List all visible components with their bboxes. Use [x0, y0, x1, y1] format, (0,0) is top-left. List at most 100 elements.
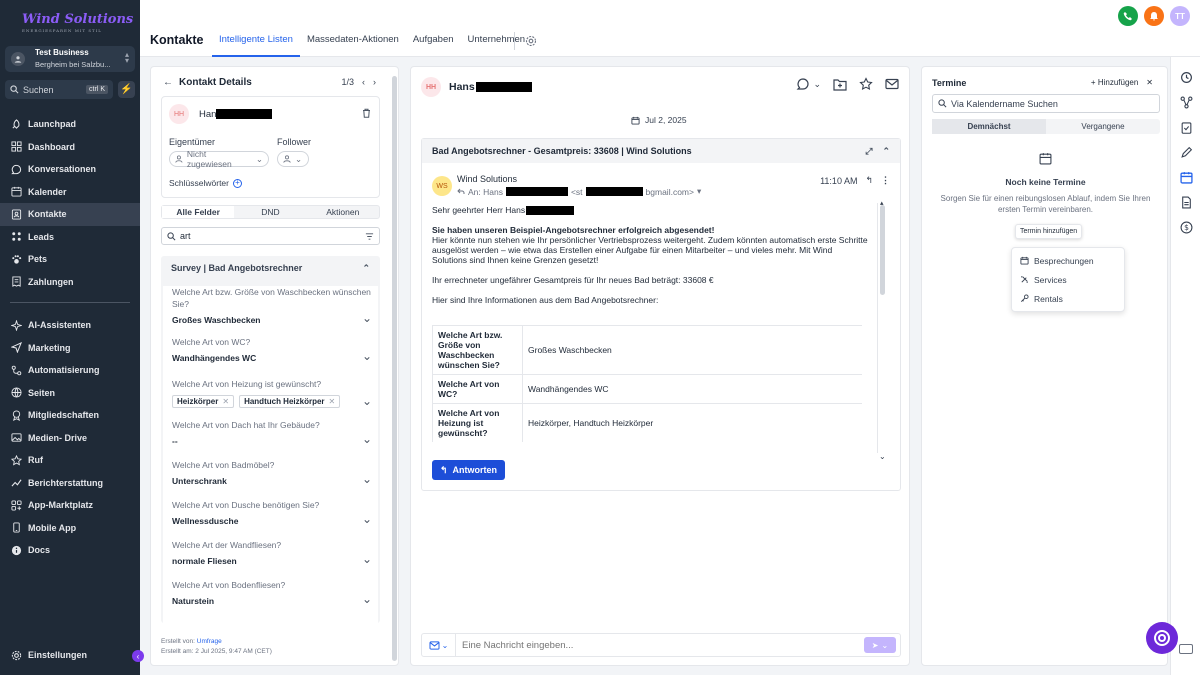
help-button[interactable]	[1146, 622, 1178, 654]
add-keyword-icon[interactable]: +	[233, 178, 242, 188]
mail-icon[interactable]	[885, 78, 899, 90]
pen-icon[interactable]	[1179, 145, 1193, 159]
tab-tasks[interactable]: Aufgaben	[406, 30, 461, 57]
sidebar-item-settings[interactable]: Einstellungen	[0, 644, 140, 667]
phone-button[interactable]	[1118, 6, 1138, 26]
sidebar-item-seiten[interactable]: Seiten	[0, 382, 140, 405]
sidebar-search[interactable]: Suchen ctrl K	[5, 80, 113, 99]
back-arrow-icon[interactable]: ←	[163, 77, 173, 88]
appointments-panel: Termine + Hinzufügen ✕ Via Kalendername …	[921, 66, 1168, 666]
clipboard-check-icon[interactable]	[1179, 120, 1193, 134]
conversation-header: HH Hans	[421, 77, 532, 97]
sidebar-item-marketing[interactable]: Marketing	[0, 337, 140, 360]
survey-section-header[interactable]: Survey | Bad Angebotsrechner ⌃	[161, 256, 380, 280]
user-avatar[interactable]: TT	[1170, 6, 1190, 26]
search-shortcut: ctrl K	[86, 85, 108, 94]
contact-card: HH Han Eigentümer Nicht zugewiesen ⌄ Fol…	[161, 96, 380, 198]
reply-icon[interactable]: ↰	[865, 175, 873, 186]
brand-logo[interactable]: Wind Solutions ENERGIESPAREN MIT STIL	[22, 12, 133, 33]
sidebar-item-ai-assistenten[interactable]: AI-Assistenten	[0, 314, 140, 337]
owner-select[interactable]: Nicht zugewiesen ⌄	[169, 149, 269, 169]
notifications-button[interactable]	[1144, 6, 1164, 26]
survey-field[interactable]: Welche Art von Bodenfliesen? Naturstein ⌄	[172, 579, 372, 606]
sidebar-item-launchpad[interactable]: Launchpad	[0, 113, 140, 136]
sidebar-item-kalender[interactable]: Kalender	[0, 181, 140, 204]
sidebar-item-medien-drive[interactable]: Medien- Drive	[0, 427, 140, 450]
sidebar-item-label: Launchpad	[28, 119, 77, 130]
remove-tag-icon[interactable]: ✕	[329, 397, 336, 406]
follower-select[interactable]: ⌄	[277, 151, 309, 167]
chevron-down-icon: ⌄	[361, 592, 372, 606]
email-scrollbar[interactable]	[880, 205, 885, 295]
tab-actions[interactable]: Aktionen	[307, 206, 379, 218]
tab-bulk-actions[interactable]: Massedaten-Aktionen	[300, 30, 406, 57]
trash-icon[interactable]	[362, 108, 371, 118]
survey-field[interactable]: Welche Art von Badmöbel? Unterschrank ⌄	[172, 459, 372, 486]
keyboard-icon[interactable]	[1179, 644, 1193, 654]
remove-tag-icon[interactable]: ✕	[222, 397, 229, 406]
sidebar-item-pets[interactable]: Pets	[0, 248, 140, 271]
sidebar-item-ruf[interactable]: Ruf	[0, 449, 140, 472]
dollar-icon[interactable]: $	[1179, 220, 1193, 234]
history-icon[interactable]	[1179, 70, 1193, 84]
message-input[interactable]	[456, 639, 864, 651]
menu-item-rentals[interactable]: Rentals	[1012, 289, 1124, 308]
chevron-up-icon[interactable]: ⌃	[882, 146, 890, 157]
survey-field[interactable]: Welche Art bzw. Größe von Waschbecken wü…	[172, 286, 372, 325]
table-row: Welche Art bzw. Größe von Waschbecken wü…	[432, 325, 862, 375]
next-icon[interactable]: ›	[373, 77, 376, 87]
quick-actions-button[interactable]: ⚡	[118, 81, 135, 98]
scroll-down-icon[interactable]: ⌄	[879, 452, 886, 461]
star-icon	[11, 454, 22, 466]
tabs-settings-icon[interactable]	[525, 35, 537, 47]
close-icon[interactable]: ✕	[1146, 78, 1153, 87]
collapse-sidebar-button[interactable]: ‹	[132, 650, 144, 662]
field-search-input[interactable]: art	[161, 227, 380, 245]
sidebar-item-mobile-app[interactable]: Mobile App	[0, 517, 140, 540]
chart-icon	[11, 477, 22, 488]
menu-item-services[interactable]: Services	[1012, 270, 1124, 289]
survey-field[interactable]: Welche Art von Heizung ist gewünscht? Hei…	[172, 378, 372, 408]
business-switcher[interactable]: Test Business Bergheim bei Salzbu... ▴ ▾	[5, 46, 135, 72]
calendar-icon[interactable]	[1179, 170, 1193, 184]
tab-companies[interactable]: Unternehmen	[461, 30, 533, 57]
star-icon[interactable]	[859, 77, 873, 91]
assign-menu[interactable]: ⌄	[796, 77, 821, 91]
sidebar-item-docs[interactable]: Docs	[0, 539, 140, 562]
sidebar-item-leads[interactable]: Leads	[0, 226, 140, 249]
prev-icon[interactable]: ‹	[362, 77, 365, 87]
workflow-icon[interactable]	[1179, 95, 1193, 109]
sidebar-item-mitgliedschaften[interactable]: Mitgliedschaften	[0, 404, 140, 427]
tab-upcoming[interactable]: Demnächst	[932, 119, 1046, 134]
menu-item-meetings[interactable]: Besprechungen	[1012, 251, 1124, 270]
created-by-link[interactable]: Umfrage	[197, 638, 222, 645]
tab-smart-lists[interactable]: Intelligente Listen	[212, 30, 300, 57]
survey-field[interactable]: Welche Art von Dach hat Ihr Gebäude? -- ⌄	[172, 419, 372, 446]
expand-icon[interactable]: ⤢	[865, 146, 872, 157]
field-label: Welche Art von Heizung ist gewünscht?	[172, 379, 322, 389]
left-scrollbar[interactable]	[392, 76, 397, 661]
calendar-search-input[interactable]: Via Kalendername Suchen	[932, 94, 1160, 113]
survey-field[interactable]: Welche Art von Dusche benötigen Sie? Well…	[172, 499, 372, 526]
tab-all-fields[interactable]: Alle Felder	[162, 206, 235, 218]
folder-add-icon[interactable]	[833, 78, 847, 91]
survey-field[interactable]: Welche Art von WC? Wandhängendes WC ⌄	[172, 336, 372, 363]
channel-select[interactable]: ⌄	[422, 634, 456, 656]
tab-dnd[interactable]: DND	[234, 206, 306, 218]
sidebar-item-automatisierung[interactable]: Automatisierung	[0, 359, 140, 382]
filter-icon[interactable]	[365, 232, 374, 241]
more-vertical-icon[interactable]: ⋮	[881, 175, 890, 186]
document-icon[interactable]	[1179, 195, 1193, 209]
sidebar-item-zahlungen[interactable]: Zahlungen	[0, 271, 140, 294]
email-recipients[interactable]: An: Hans <st bgmail.com> ▾	[457, 186, 701, 197]
tab-past[interactable]: Vergangene	[1046, 119, 1160, 134]
sidebar-item-kontakte[interactable]: Kontakte	[0, 203, 140, 226]
sidebar-item-berichterstattung[interactable]: Berichterstattung	[0, 472, 140, 495]
sidebar-item-konversationen[interactable]: Konversationen	[0, 158, 140, 181]
add-appointment-button[interactable]: + Hinzufügen	[1091, 78, 1138, 87]
reply-button[interactable]: ↰ Antworten	[432, 460, 506, 480]
sidebar-item-app-marktplatz[interactable]: App-Marktplatz	[0, 494, 140, 517]
survey-field[interactable]: Welche Art der Wandfliesen? normale Flies…	[172, 539, 372, 566]
sidebar-item-dashboard[interactable]: Dashboard	[0, 136, 140, 159]
send-button[interactable]: ➤ ⌄	[864, 637, 896, 653]
